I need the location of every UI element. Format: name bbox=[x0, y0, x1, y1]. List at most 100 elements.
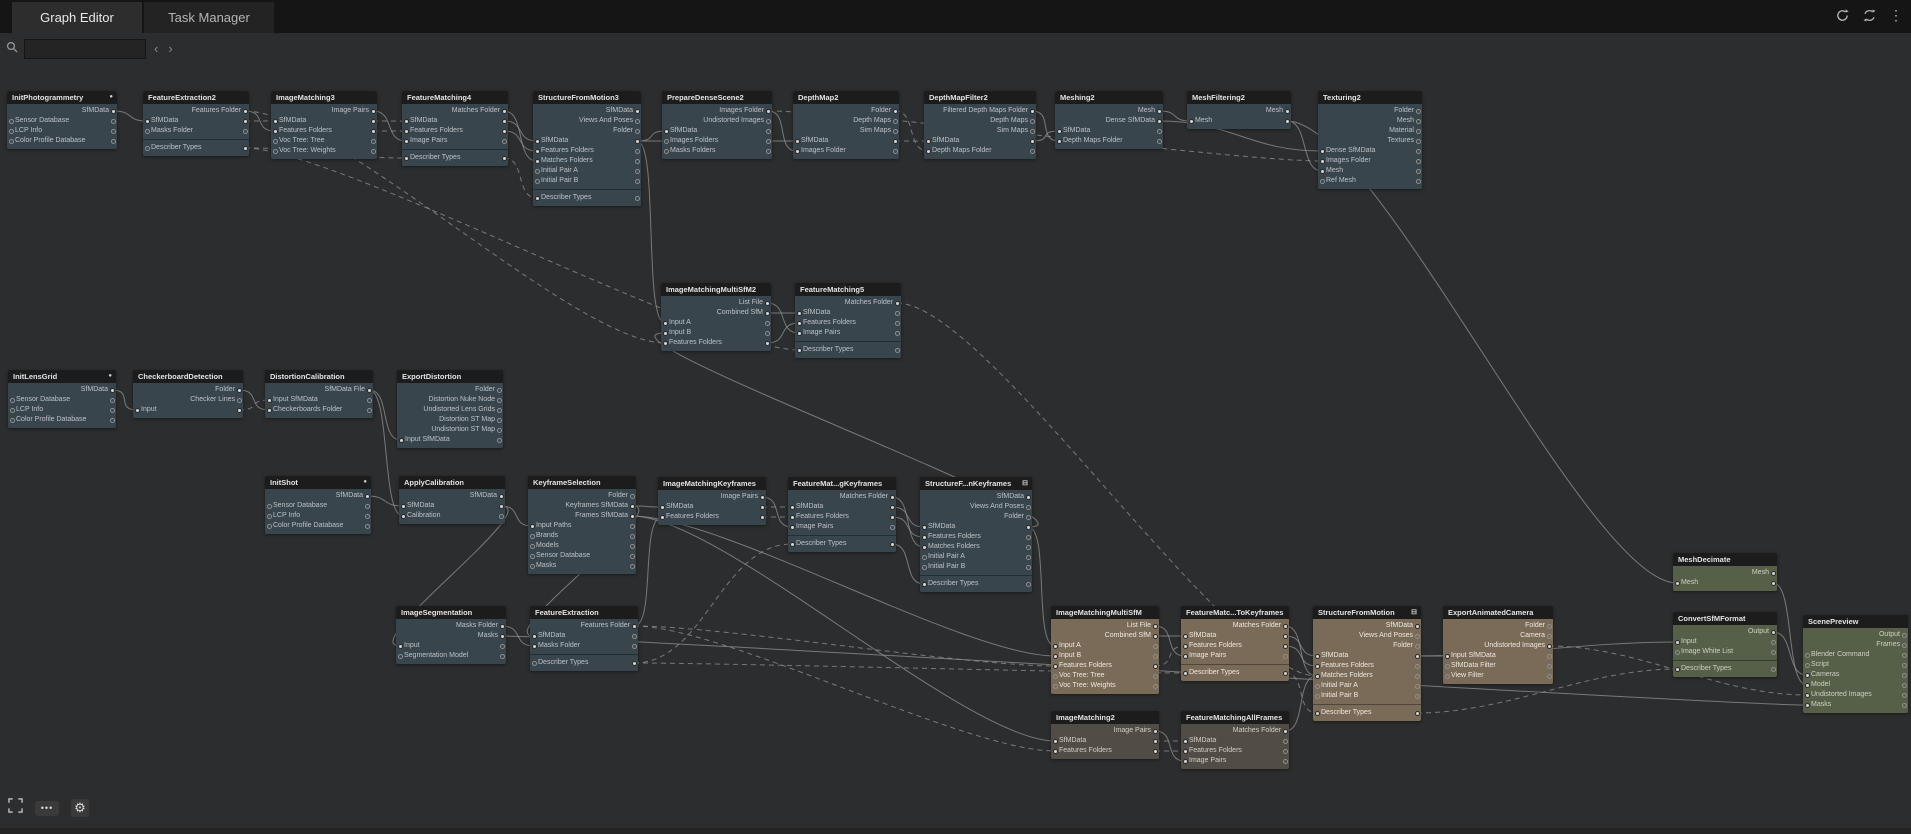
graph-node-MeshFiltering2[interactable]: MeshFiltering2MeshMesh bbox=[1187, 91, 1291, 129]
port-pin[interactable] bbox=[1030, 109, 1035, 114]
port-pin[interactable] bbox=[1675, 650, 1680, 655]
port-pin[interactable] bbox=[243, 119, 248, 124]
port-pin[interactable] bbox=[1415, 624, 1420, 629]
port-pin[interactable] bbox=[630, 534, 635, 539]
next-result-icon[interactable]: › bbox=[166, 40, 174, 58]
port-pin[interactable] bbox=[530, 564, 535, 569]
port-pin[interactable] bbox=[367, 398, 372, 403]
port-pin[interactable] bbox=[399, 438, 404, 443]
port-pin[interactable] bbox=[497, 418, 502, 423]
port-pin[interactable] bbox=[795, 139, 800, 144]
port-pin[interactable] bbox=[500, 644, 505, 649]
port-pin[interactable] bbox=[1805, 693, 1810, 698]
port-pin[interactable] bbox=[635, 196, 640, 201]
graph-node-StructureFromMotion3[interactable]: StructureFromMotion3SfMDataViews And Pos… bbox=[533, 91, 641, 206]
graph-node-FeatureMatchingAllFrames[interactable]: FeatureMatchingAllFramesMatches FolderSf… bbox=[1181, 711, 1289, 769]
port-pin[interactable] bbox=[1153, 674, 1158, 679]
port-pin[interactable] bbox=[500, 654, 505, 659]
port-pin[interactable] bbox=[371, 109, 376, 114]
port-pin[interactable] bbox=[499, 514, 504, 519]
port-pin[interactable] bbox=[922, 525, 927, 530]
node-header[interactable]: FeatureExtraction bbox=[530, 606, 638, 619]
port-pin[interactable] bbox=[1315, 684, 1320, 689]
port-pin[interactable] bbox=[267, 504, 272, 509]
port-pin[interactable] bbox=[635, 179, 640, 184]
graph-node-ImageSegmentation[interactable]: ImageSegmentationMasks FolderMasksInputS… bbox=[396, 606, 506, 664]
port-pin[interactable] bbox=[890, 505, 895, 510]
node-header[interactable]: ExportDistortion bbox=[397, 370, 503, 383]
graph-node-FeatureMatchingKeyframes[interactable]: FeatureMat...gKeyframesMatches FolderSfM… bbox=[788, 477, 896, 552]
port-pin[interactable] bbox=[1902, 653, 1907, 658]
port-pin[interactable] bbox=[766, 129, 771, 134]
port-pin[interactable] bbox=[1183, 654, 1188, 659]
graph-node-ExportDistortion[interactable]: ExportDistortionFolderDistortion Nuke No… bbox=[397, 370, 503, 448]
port-pin[interactable] bbox=[895, 301, 900, 306]
port-pin[interactable] bbox=[1189, 119, 1194, 124]
port-pin[interactable] bbox=[1415, 644, 1420, 649]
prev-result-icon[interactable]: ‹ bbox=[152, 40, 160, 58]
port-pin[interactable] bbox=[1415, 684, 1420, 689]
tab-task-manager[interactable]: Task Manager bbox=[144, 2, 274, 33]
port-pin[interactable] bbox=[1153, 654, 1158, 659]
node-header[interactable]: ImageMatchingMultiSfM bbox=[1051, 606, 1159, 619]
port-pin[interactable] bbox=[1283, 644, 1288, 649]
graph-node-FeatureMatching4[interactable]: FeatureMatching4Matches FolderSfMDataFea… bbox=[402, 91, 508, 166]
graph-node-ImageMatchingMultiSfM2[interactable]: ImageMatchingMultiSfM2List FileCombined … bbox=[661, 283, 771, 351]
port-pin[interactable] bbox=[500, 624, 505, 629]
port-pin[interactable] bbox=[1902, 633, 1907, 638]
port-pin[interactable] bbox=[760, 495, 765, 500]
graph-node-ImageMatching2[interactable]: ImageMatching2Image PairsSfMDataFeatures… bbox=[1051, 711, 1159, 759]
port-pin[interactable] bbox=[632, 644, 637, 649]
port-pin[interactable] bbox=[110, 398, 115, 403]
graph-node-MeshDecimate[interactable]: MeshDecimateMeshMesh bbox=[1673, 553, 1777, 591]
node-header[interactable]: FeatureMatching4 bbox=[402, 91, 508, 104]
port-pin[interactable] bbox=[243, 146, 248, 151]
port-pin[interactable] bbox=[765, 341, 770, 346]
port-pin[interactable] bbox=[367, 388, 372, 393]
port-pin[interactable] bbox=[1315, 711, 1320, 716]
port-pin[interactable] bbox=[660, 515, 665, 520]
node-header[interactable]: Texturing2 bbox=[1318, 91, 1422, 104]
port-pin[interactable] bbox=[145, 129, 150, 134]
port-pin[interactable] bbox=[530, 544, 535, 549]
graph-node-Texturing2[interactable]: Texturing2FolderMeshMaterialTexturesDens… bbox=[1318, 91, 1422, 189]
port-pin[interactable] bbox=[1547, 664, 1552, 669]
port-pin[interactable] bbox=[765, 311, 770, 316]
port-pin[interactable] bbox=[630, 524, 635, 529]
port-pin[interactable] bbox=[1053, 664, 1058, 669]
port-pin[interactable] bbox=[1026, 535, 1031, 540]
port-pin[interactable] bbox=[1902, 693, 1907, 698]
port-pin[interactable] bbox=[497, 428, 502, 433]
port-pin[interactable] bbox=[497, 408, 502, 413]
graph-node-InitShot[interactable]: InitShot●SfMDataSensor DatabaseLCP InfoC… bbox=[265, 476, 371, 534]
node-header[interactable]: PrepareDenseScene2 bbox=[662, 91, 772, 104]
graph-node-InitPhotogrammetry[interactable]: InitPhotogrammetry●SfMDataSensor Databas… bbox=[7, 91, 117, 149]
port-pin[interactable] bbox=[663, 341, 668, 346]
port-pin[interactable] bbox=[1053, 684, 1058, 689]
port-pin[interactable] bbox=[1320, 169, 1325, 174]
port-pin[interactable] bbox=[635, 109, 640, 114]
port-pin[interactable] bbox=[404, 119, 409, 124]
port-pin[interactable] bbox=[1805, 703, 1810, 708]
port-pin[interactable] bbox=[237, 388, 242, 393]
port-pin[interactable] bbox=[110, 388, 115, 393]
node-header[interactable]: Meshing2 bbox=[1055, 91, 1163, 104]
port-pin[interactable] bbox=[535, 169, 540, 174]
port-pin[interactable] bbox=[1445, 674, 1450, 679]
port-pin[interactable] bbox=[632, 661, 637, 666]
port-pin[interactable] bbox=[1902, 703, 1907, 708]
port-pin[interactable] bbox=[766, 109, 771, 114]
port-pin[interactable] bbox=[1057, 129, 1062, 134]
port-pin[interactable] bbox=[1771, 630, 1776, 635]
graph-node-CheckerboardDetection[interactable]: CheckerboardDetectionFolderChecker Lines… bbox=[133, 370, 243, 418]
port-pin[interactable] bbox=[663, 331, 668, 336]
port-pin[interactable] bbox=[1416, 129, 1421, 134]
node-status-dot-icon[interactable]: ● bbox=[108, 370, 112, 383]
port-pin[interactable] bbox=[1030, 119, 1035, 124]
node-header[interactable]: ApplyCalibration bbox=[399, 476, 505, 489]
node-header[interactable]: FeatureMat...gKeyframes bbox=[788, 477, 896, 490]
port-pin[interactable] bbox=[1416, 169, 1421, 174]
node-header[interactable]: ImageMatching3 bbox=[271, 91, 377, 104]
port-pin[interactable] bbox=[111, 119, 116, 124]
graph-node-DistortionCalibration[interactable]: DistortionCalibrationSfMData FileInput S… bbox=[265, 370, 373, 418]
